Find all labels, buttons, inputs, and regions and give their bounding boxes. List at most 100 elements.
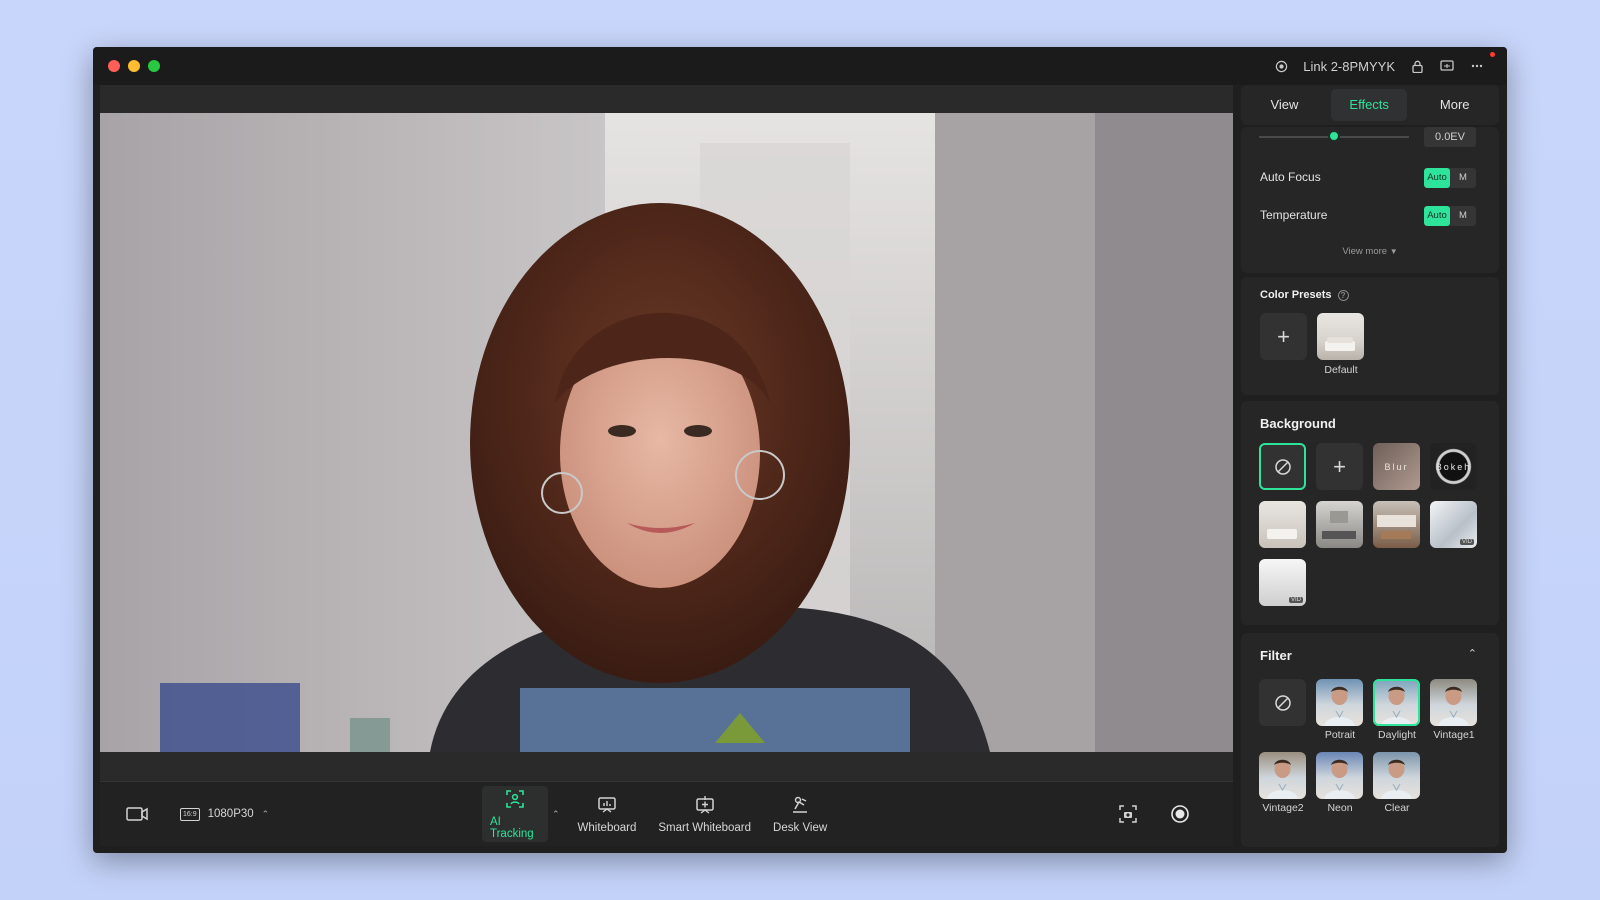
temperature-toggle: Auto M <box>1424 206 1476 226</box>
chevron-up-icon[interactable]: ⌃ <box>1468 647 1477 660</box>
camera-preview-image <box>100 113 1233 752</box>
color-presets-card: Color Presets ? + Default <box>1241 277 1499 395</box>
viewer-top-strip <box>100 85 1233 113</box>
background-video-1[interactable]: VID <box>1430 501 1477 548</box>
add-background-button[interactable]: + <box>1316 443 1363 490</box>
filter-neon[interactable] <box>1316 752 1363 799</box>
filter-label: Clear <box>1384 802 1410 814</box>
resolution-label: 1080P30 <box>207 808 254 820</box>
zoom-window-button[interactable] <box>148 60 160 72</box>
color-presets-title: Color Presets ? <box>1260 289 1349 301</box>
background-room-3[interactable] <box>1373 501 1420 548</box>
device-name[interactable]: Link 2-8PMYYK <box>1303 59 1395 74</box>
titlebar-right: Link 2-8PMYYK <box>1273 47 1485 85</box>
filter-vintage1[interactable] <box>1430 679 1477 726</box>
auto-focus-manual-button[interactable]: M <box>1450 168 1476 188</box>
desk-view-icon <box>789 794 811 816</box>
whiteboard-label: Whiteboard <box>577 822 637 834</box>
caret-down-icon: ▼ <box>1389 247 1398 256</box>
filter-clear[interactable] <box>1373 752 1420 799</box>
viewer-bottom-strip <box>100 752 1233 782</box>
color-preset-label: Default <box>1324 364 1358 376</box>
effects-panel: View Effects More 0.0EV Auto Focus Auto … <box>1241 85 1499 847</box>
exposure-slider-thumb[interactable] <box>1328 130 1340 142</box>
filter-card: Filter ⌃ Potrait Daylight Vintage1 Vintage2… <box>1241 633 1499 847</box>
tab-view[interactable]: View <box>1252 89 1316 121</box>
background-title: Background <box>1260 416 1336 431</box>
camera-preview[interactable] <box>100 113 1233 752</box>
panel-tabs: View Effects More <box>1241 85 1499 125</box>
desk-view-label: Desk View <box>773 822 828 834</box>
auto-focus-toggle: Auto M <box>1424 168 1476 188</box>
chevron-up-icon[interactable]: ⌃ <box>262 809 270 820</box>
ai-tracking-icon <box>504 788 526 810</box>
bokeh-label: Bokeh <box>1435 461 1472 472</box>
add-color-preset-button[interactable]: + <box>1260 313 1307 360</box>
desk-view-button[interactable]: Desk View <box>765 786 835 842</box>
background-blur[interactable]: Blur <box>1373 443 1420 490</box>
filter-label: Neon <box>1327 802 1353 814</box>
portrait-thumbnail <box>1324 686 1355 726</box>
smart-whiteboard-button[interactable]: Smart Whiteboard <box>650 786 759 842</box>
plus-icon: + <box>1277 323 1290 349</box>
auto-focus-auto-button[interactable]: Auto <box>1424 168 1450 188</box>
webcam-icon[interactable] <box>1273 58 1289 74</box>
filter-title: Filter <box>1260 648 1292 663</box>
aspect-ratio-badge: 16:9 <box>180 807 200 821</box>
background-room-1[interactable] <box>1259 501 1306 548</box>
temperature-manual-button[interactable]: M <box>1450 206 1476 226</box>
smart-whiteboard-label: Smart Whiteboard <box>658 822 752 834</box>
view-more-label: View more <box>1342 246 1388 257</box>
cast-icon[interactable] <box>1439 58 1455 74</box>
background-room-2[interactable] <box>1316 501 1363 548</box>
filter-none[interactable] <box>1259 679 1306 726</box>
chevron-up-icon[interactable]: ⌃ <box>552 809 560 820</box>
portrait-thumbnail <box>1381 759 1412 799</box>
resolution-selector[interactable]: 16:9 1080P30 ⌃ <box>180 807 270 821</box>
temperature-auto-button[interactable]: Auto <box>1424 206 1450 226</box>
ai-tracking-button[interactable]: AI Tracking <box>482 786 548 842</box>
tab-more[interactable]: More <box>1422 89 1488 121</box>
filter-vintage2[interactable] <box>1259 752 1306 799</box>
filter-label: Vintage1 <box>1433 729 1475 741</box>
filter-daylight[interactable] <box>1373 679 1420 726</box>
more-icon[interactable] <box>1469 58 1485 74</box>
exposure-value: 0.0EV <box>1424 127 1476 147</box>
portrait-thumbnail <box>1324 759 1355 799</box>
whiteboard-button[interactable]: Whiteboard <box>570 786 645 842</box>
color-preset-default[interactable] <box>1317 313 1364 360</box>
camera-icon[interactable] <box>126 803 148 825</box>
portrait-thumbnail <box>1267 759 1298 799</box>
smart-whiteboard-icon <box>694 794 716 816</box>
tab-effects[interactable]: Effects <box>1331 89 1407 121</box>
filter-label: Potrait <box>1324 729 1356 741</box>
background-bokeh[interactable]: Bokeh <box>1430 443 1477 490</box>
close-window-button[interactable] <box>108 60 120 72</box>
view-more-link[interactable]: View more ▼ <box>1241 246 1499 257</box>
background-card: Background + Blur Bokeh VID VID <box>1241 401 1499 625</box>
plus-icon: + <box>1333 453 1346 479</box>
color-presets-title-text: Color Presets <box>1260 289 1332 301</box>
record-icon[interactable] <box>1169 803 1191 825</box>
portrait-thumbnail <box>1381 686 1412 726</box>
camera-viewer <box>100 85 1233 824</box>
snapshot-icon[interactable] <box>1117 803 1139 825</box>
background-video-2[interactable]: VID <box>1259 559 1306 606</box>
app-window: Link 2-8PMYYK 16:9 1080P30 ⌃ AI Tracking… <box>93 47 1507 853</box>
title-bar: Link 2-8PMYYK <box>93 47 1507 85</box>
none-icon <box>1274 458 1291 475</box>
background-none[interactable] <box>1259 443 1306 490</box>
portrait-thumbnail <box>1438 686 1469 726</box>
notification-dot <box>1490 52 1495 57</box>
whiteboard-icon <box>596 794 618 816</box>
filter-potrait[interactable] <box>1316 679 1363 726</box>
window-controls <box>108 60 160 72</box>
adjustments-card: 0.0EV Auto Focus Auto M Temperature Auto… <box>1241 127 1499 273</box>
room-thumbnail <box>1325 337 1355 351</box>
lock-icon[interactable] <box>1409 58 1425 74</box>
help-icon[interactable]: ? <box>1337 290 1349 301</box>
filter-label: Vintage2 <box>1262 802 1304 814</box>
room-thumbnail <box>1377 515 1416 539</box>
blur-label: Blur <box>1384 461 1409 472</box>
minimize-window-button[interactable] <box>128 60 140 72</box>
